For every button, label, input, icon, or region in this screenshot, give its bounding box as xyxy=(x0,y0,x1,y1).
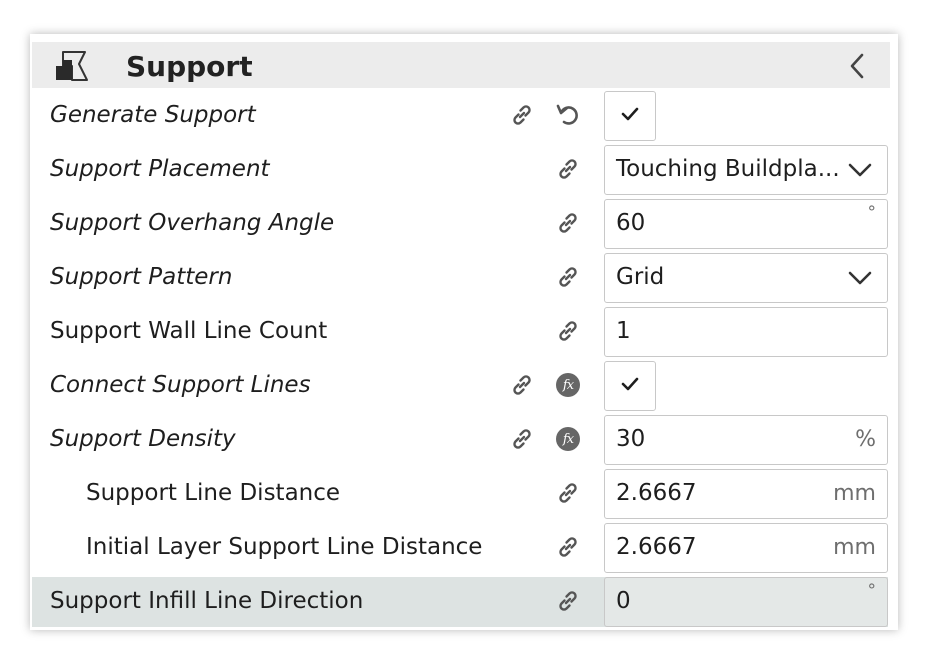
setting-unit: ° xyxy=(867,203,877,223)
setting-value: 2.6667 xyxy=(616,480,697,506)
setting-value: 2.6667 xyxy=(616,534,697,560)
setting-label: Support Placement xyxy=(50,156,270,182)
link-icon xyxy=(508,101,536,129)
link-icon xyxy=(554,317,582,345)
setting-checkbox[interactable] xyxy=(604,91,656,141)
setting-value: Touching Buildpla... xyxy=(616,156,840,182)
setting-dropdown[interactable]: Grid xyxy=(604,253,888,303)
setting-label: Support Wall Line Count xyxy=(50,318,328,344)
setting-unit: mm xyxy=(833,535,876,560)
setting-label: Connect Support Lines xyxy=(50,372,311,398)
link-icon xyxy=(554,533,582,561)
function-icon[interactable]: fx xyxy=(554,425,582,453)
setting-label: Support Infill Line Direction xyxy=(50,588,364,614)
reset-icon[interactable] xyxy=(554,101,582,129)
link-icon xyxy=(554,209,582,237)
setting-row: Support Infill Line Direction 0 ° xyxy=(30,574,898,628)
setting-row: Support Wall Line Count 1 xyxy=(30,304,898,358)
setting-dropdown[interactable]: Touching Buildpla... xyxy=(604,145,888,195)
checkmark-icon xyxy=(620,106,640,126)
link-icon xyxy=(554,155,582,183)
support-settings-panel: Support Generate Support Support Placemen… xyxy=(30,34,898,630)
setting-value: 60 xyxy=(616,210,646,236)
setting-label: Initial Layer Support Line Distance xyxy=(86,534,483,560)
section-header[interactable]: Support xyxy=(32,42,890,88)
setting-label: Support Overhang Angle xyxy=(50,210,335,236)
setting-row: Initial Layer Support Line Distance 2.666… xyxy=(30,520,898,574)
setting-value: 1 xyxy=(616,318,631,344)
setting-row: Support Overhang Angle 60 ° xyxy=(30,196,898,250)
settings-list: Generate Support Support Placement Touchin… xyxy=(30,88,898,628)
setting-input[interactable]: 60 ° xyxy=(604,199,888,249)
link-icon xyxy=(554,587,582,615)
link-icon xyxy=(554,479,582,507)
chevron-left-icon[interactable] xyxy=(842,52,872,80)
support-icon xyxy=(54,48,90,84)
setting-unit: ° xyxy=(867,581,877,601)
setting-input[interactable]: 0 ° xyxy=(604,577,888,627)
setting-row: Generate Support xyxy=(30,88,898,142)
setting-label: Support Line Distance xyxy=(86,480,341,506)
setting-label: Support Density xyxy=(50,426,236,452)
function-icon[interactable]: fx xyxy=(554,371,582,399)
setting-value: 0 xyxy=(616,588,631,614)
setting-row: Support Pattern Grid xyxy=(30,250,898,304)
checkmark-icon xyxy=(620,376,640,396)
setting-value: 30 xyxy=(616,426,646,452)
setting-row: Connect Support Lines fx xyxy=(30,358,898,412)
section-title: Support xyxy=(126,50,253,83)
setting-input[interactable]: 1 xyxy=(604,307,888,357)
setting-unit: mm xyxy=(833,481,876,506)
chevron-down-icon xyxy=(847,268,873,288)
setting-value: Grid xyxy=(616,264,665,290)
setting-row: Support Line Distance 2.6667 mm xyxy=(30,466,898,520)
setting-row: Support Density fx 30% xyxy=(30,412,898,466)
link-icon xyxy=(508,371,536,399)
setting-unit: % xyxy=(855,427,876,452)
setting-input[interactable]: 30% xyxy=(604,415,888,465)
link-icon xyxy=(508,425,536,453)
link-icon xyxy=(554,263,582,291)
function-glyph: fx xyxy=(556,427,580,451)
setting-label: Generate Support xyxy=(50,102,256,128)
setting-input[interactable]: 2.6667 mm xyxy=(604,469,888,519)
setting-label: Support Pattern xyxy=(50,264,233,290)
function-glyph: fx xyxy=(556,373,580,397)
setting-input[interactable]: 2.6667 mm xyxy=(604,523,888,573)
chevron-down-icon xyxy=(847,160,873,180)
setting-row: Support Placement Touching Buildpla... xyxy=(30,142,898,196)
setting-checkbox[interactable] xyxy=(604,361,656,411)
